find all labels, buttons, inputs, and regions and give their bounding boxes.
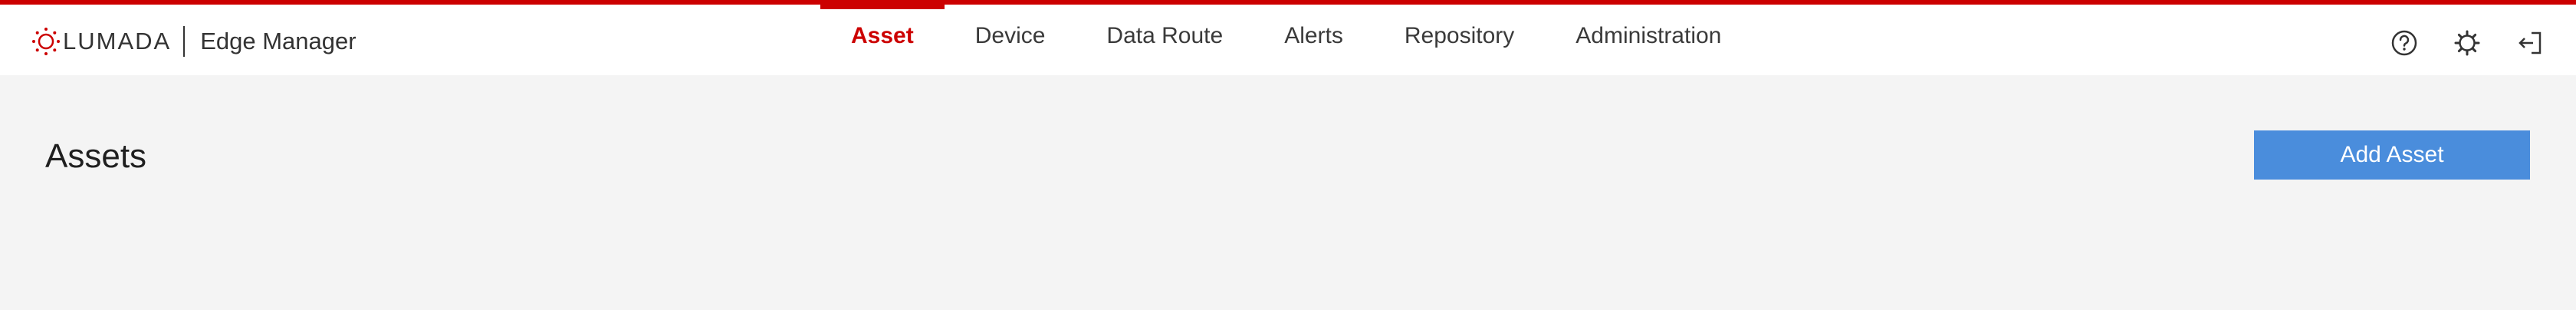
nav-item-administration[interactable]: Administration: [1545, 0, 1752, 75]
brand[interactable]: LUMADA Edge Manager: [31, 25, 356, 58]
brand-wordmark: LUMADA: [63, 28, 172, 54]
lumada-logo-icon: [31, 26, 61, 57]
page-title: Assets: [45, 137, 147, 175]
logout-icon[interactable]: [2515, 28, 2545, 58]
settings-icon[interactable]: [2452, 28, 2482, 58]
nav-item-data-route[interactable]: Data Route: [1076, 0, 1254, 75]
product-name: Edge Manager: [200, 28, 356, 54]
nav-item-repository[interactable]: Repository: [1374, 0, 1545, 75]
add-asset-button[interactable]: Add Asset: [2254, 130, 2530, 180]
nav-item-device[interactable]: Device: [945, 0, 1076, 75]
nav-item-alerts[interactable]: Alerts: [1254, 0, 1374, 75]
brand-divider: [183, 26, 186, 57]
header-actions: [2357, 28, 2545, 58]
help-icon[interactable]: [2389, 28, 2420, 58]
main-nav: Asset Device Data Route Alerts Repositor…: [820, 5, 1752, 75]
top-navigation-bar: LUMADA Edge Manager Asset Device Data Ro…: [0, 0, 2576, 75]
nav-item-asset[interactable]: Asset: [820, 0, 945, 75]
